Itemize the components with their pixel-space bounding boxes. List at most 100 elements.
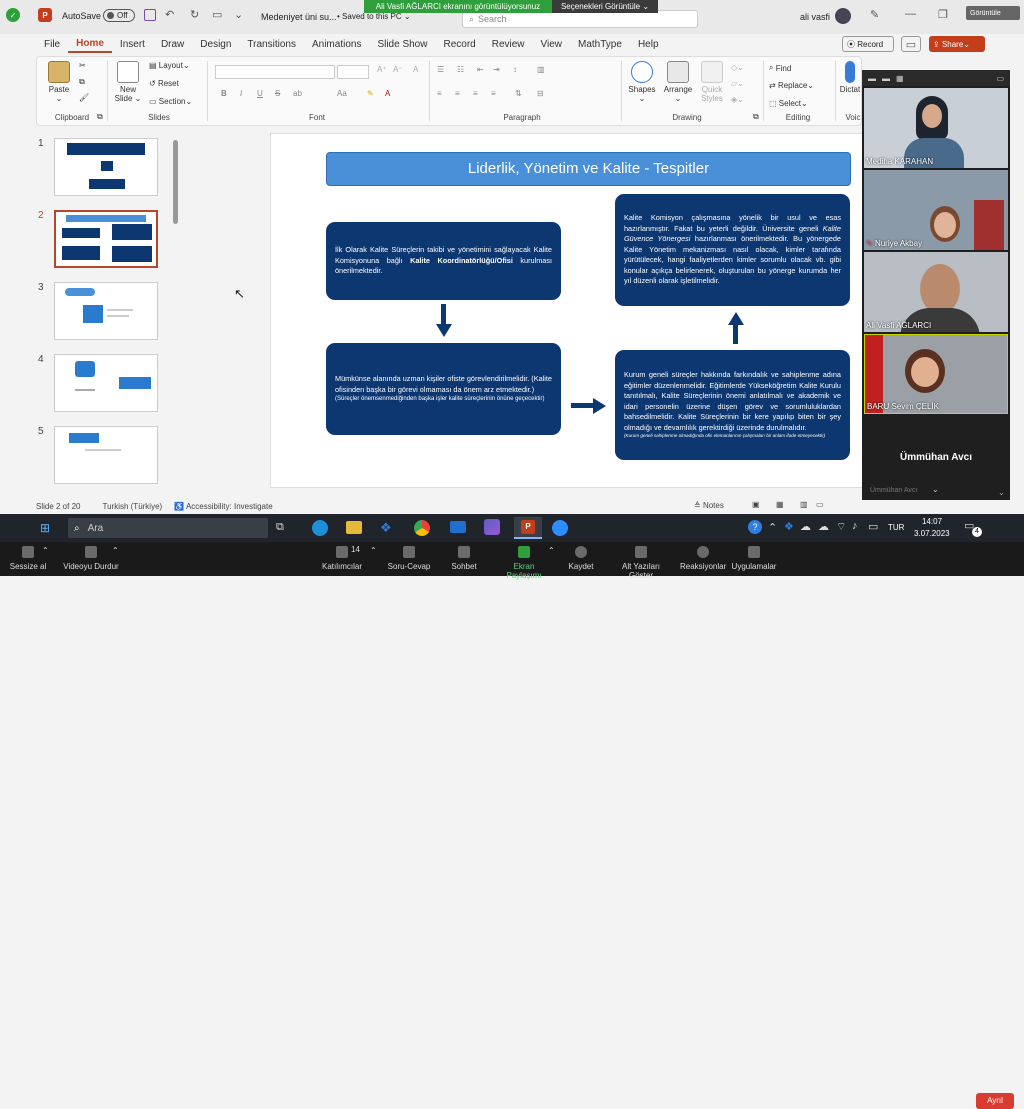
- tab-record[interactable]: Record: [435, 39, 483, 50]
- chevron-up-icon[interactable]: ⌃: [768, 521, 777, 534]
- tab-transitions[interactable]: Transitions: [239, 39, 304, 50]
- redo-icon[interactable]: ↻: [190, 8, 199, 21]
- battery-icon[interactable]: ▭: [868, 520, 878, 533]
- chevron-up-icon[interactable]: ⌃: [42, 546, 49, 555]
- tab-animations[interactable]: Animations: [304, 39, 369, 50]
- quick-styles-button[interactable]: Quick Styles: [697, 61, 727, 103]
- present-icon[interactable]: ▭: [212, 8, 222, 21]
- autosave-toggle[interactable]: Off: [103, 9, 135, 22]
- increase-font-icon[interactable]: A⁺: [377, 65, 387, 74]
- replace-button[interactable]: ⇄ Replace ⌄: [769, 81, 814, 90]
- reading-view-icon[interactable]: ▥: [800, 500, 808, 509]
- speaker-view-icon[interactable]: ▬: [882, 74, 890, 83]
- captions-button[interactable]: Alt Yazıları Göster: [610, 546, 672, 580]
- arrange-button[interactable]: Arrange ⌄: [661, 61, 695, 103]
- video-tile-sevim[interactable]: BARU Sevim ÇELİK: [864, 334, 1008, 414]
- clock-date[interactable]: 3.07.2023: [914, 529, 950, 538]
- help-icon[interactable]: ?: [748, 520, 762, 534]
- shape-outline-icon[interactable]: ▱⌄: [731, 79, 744, 88]
- shapes-button[interactable]: Shapes ⌄: [627, 61, 657, 103]
- customize-toolbar-icon[interactable]: ⌄: [234, 8, 243, 21]
- chevron-up-icon[interactable]: ⌃: [370, 546, 377, 555]
- saved-status[interactable]: • Saved to this PC ⌄: [337, 12, 411, 21]
- align-center-icon[interactable]: ≡: [455, 89, 460, 98]
- align-left-icon[interactable]: ≡: [437, 89, 442, 98]
- dropbox-icon[interactable]: ❖: [380, 520, 392, 536]
- strikethrough-button[interactable]: S: [275, 89, 280, 98]
- clock-time[interactable]: 14:07: [922, 517, 942, 526]
- drawing-launcher-icon[interactable]: ⧉: [753, 112, 759, 122]
- slide-title[interactable]: Liderlik, Yönetim ve Kalite - Tespitler: [326, 152, 851, 186]
- align-right-icon[interactable]: ≡: [473, 89, 478, 98]
- slide-sorter-icon[interactable]: ▦: [776, 500, 784, 509]
- accessibility-status[interactable]: ♿ Accessibility: Investigate: [174, 502, 272, 511]
- chat-button[interactable]: Sohbet: [448, 546, 480, 571]
- finding-box-4[interactable]: Kurum geneli süreçler hakkında farkındal…: [615, 350, 850, 460]
- leave-button[interactable]: Ayrıl: [976, 1093, 1014, 1109]
- tab-draw[interactable]: Draw: [153, 39, 192, 50]
- columns-icon[interactable]: ▥: [537, 65, 545, 74]
- new-slide-button[interactable]: New Slide ⌄: [113, 61, 143, 103]
- comments-icon[interactable]: ▭: [901, 36, 921, 52]
- justify-icon[interactable]: ≡: [491, 89, 496, 98]
- finding-box-2[interactable]: Mümkünse alanında uzman kişiler ofiste g…: [326, 343, 561, 435]
- select-button[interactable]: ⬚ Select ⌄: [769, 99, 808, 108]
- tab-mathtype[interactable]: MathType: [570, 39, 630, 50]
- chevron-down-icon[interactable]: ⌄: [998, 488, 1005, 497]
- language-status[interactable]: Turkish (Türkiye): [102, 502, 162, 511]
- layout-button[interactable]: ▤ Layout ⌄: [149, 61, 190, 70]
- tab-slide-show[interactable]: Slide Show: [369, 39, 435, 50]
- taskbar-search-input[interactable]: ⌕ Ara: [68, 518, 268, 538]
- volume-icon[interactable]: ♪: [852, 520, 858, 532]
- slide-thumbnail-3[interactable]: [54, 282, 158, 340]
- slideshow-view-icon[interactable]: ▭: [816, 500, 824, 509]
- text-direction-icon[interactable]: ⇅: [515, 89, 522, 98]
- expand-panel-icon[interactable]: ▭: [996, 74, 1004, 83]
- shape-fill-icon[interactable]: ◇⌄: [731, 63, 744, 72]
- grid-view-icon[interactable]: ▦: [896, 74, 904, 83]
- finding-box-1[interactable]: İlk Olarak Kalite Süreçlerin takibi ve y…: [326, 222, 561, 300]
- apps-button[interactable]: Uygulamalar: [730, 546, 778, 571]
- copy-icon[interactable]: ⧉: [79, 77, 85, 87]
- record-meeting-button[interactable]: Kaydet: [566, 546, 596, 571]
- paste-button[interactable]: Paste ⌄: [45, 61, 73, 103]
- decrease-indent-icon[interactable]: ⇤: [477, 65, 484, 74]
- highlight-icon[interactable]: ✎: [367, 89, 374, 98]
- character-spacing-button[interactable]: ab: [293, 89, 302, 98]
- video-tile-mediha[interactable]: Mediha KARAHAN: [864, 88, 1008, 168]
- file-explorer-icon[interactable]: [346, 521, 362, 534]
- line-spacing-icon[interactable]: ↕: [513, 65, 517, 74]
- font-color-icon[interactable]: A: [385, 89, 390, 98]
- cloud-icon[interactable]: ☁: [818, 520, 829, 533]
- qa-button[interactable]: Soru-Cevap: [386, 546, 432, 571]
- chrome-icon[interactable]: [414, 520, 430, 536]
- section-button[interactable]: ▭ Section ⌄: [149, 97, 192, 106]
- align-text-icon[interactable]: ⊟: [537, 89, 544, 98]
- reset-button[interactable]: ↺ Reset: [149, 79, 179, 88]
- increase-indent-icon[interactable]: ⇥: [493, 65, 500, 74]
- notes-button[interactable]: ≜ Notes: [694, 501, 724, 510]
- change-case-icon[interactable]: Aa: [337, 89, 347, 98]
- decrease-font-icon[interactable]: A⁻: [393, 65, 403, 74]
- cut-icon[interactable]: ✂: [79, 61, 86, 70]
- chevron-up-icon[interactable]: ⌃: [548, 546, 555, 555]
- minimize-panel-icon[interactable]: ▬: [868, 74, 876, 83]
- view-button[interactable]: Görüntüle: [966, 6, 1020, 20]
- minimize-icon[interactable]: —: [905, 8, 916, 20]
- chevron-down-icon[interactable]: ⌄: [932, 485, 939, 494]
- tab-view[interactable]: View: [533, 39, 571, 50]
- thumbnail-scrollbar[interactable]: [173, 140, 178, 224]
- tab-home[interactable]: Home: [68, 35, 112, 53]
- format-painter-icon[interactable]: 🖌: [79, 93, 89, 102]
- tab-help[interactable]: Help: [630, 39, 667, 50]
- slide-thumbnail-5[interactable]: [54, 426, 158, 484]
- finding-box-3[interactable]: Kalite Komisyon çalışmasına yönelik bir …: [615, 194, 850, 306]
- numbering-icon[interactable]: ☷: [457, 65, 464, 74]
- save-icon[interactable]: [144, 9, 156, 21]
- slide-canvas[interactable]: Liderlik, Yönetim ve Kalite - Tespitler …: [270, 133, 863, 488]
- copilot-icon[interactable]: [484, 519, 500, 535]
- normal-view-icon[interactable]: ▣: [752, 500, 760, 509]
- task-view-icon[interactable]: ⧉: [276, 521, 284, 534]
- edge-icon[interactable]: [312, 520, 328, 536]
- powerpoint-taskbar-icon[interactable]: P: [514, 517, 542, 539]
